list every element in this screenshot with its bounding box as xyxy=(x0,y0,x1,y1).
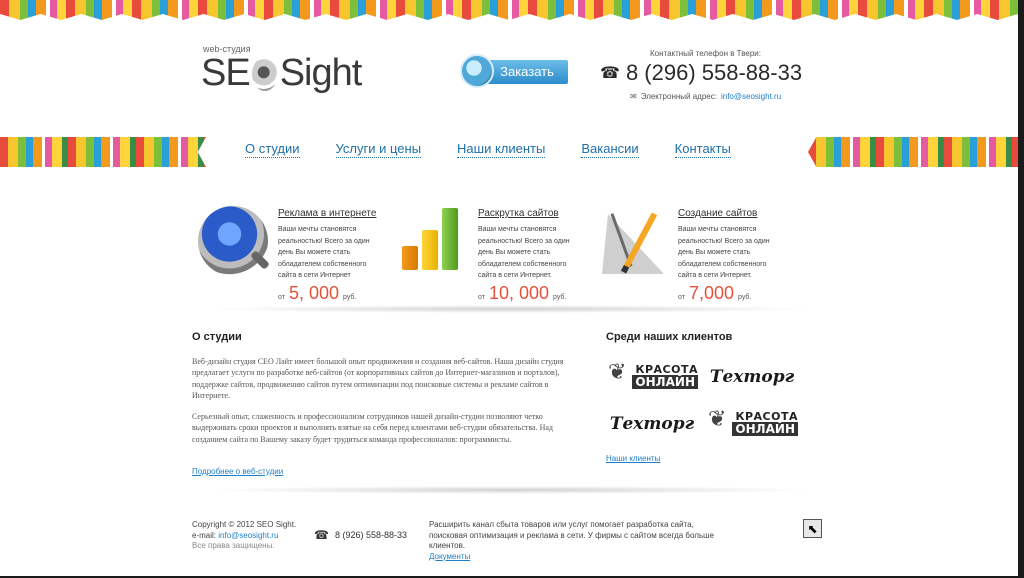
decorative-stripe-right xyxy=(808,137,1018,167)
client-logo-text: КРАСОТА xyxy=(735,409,798,423)
footer-description: Расширить канал сбыта товаров или услуг … xyxy=(429,520,714,550)
about-paragraph-1: Веб-дизайн студия СЕО Лайт имеет большой… xyxy=(192,357,564,400)
header-phone-number: 8 (296) 558-88-33 xyxy=(625,60,803,85)
header-email: ✉ Электронный адрес: info@seosight.ru xyxy=(630,92,781,101)
price-from: от xyxy=(678,294,685,301)
client-logo-krasota[interactable]: ❦ КРАСОТА ОНЛАЙН xyxy=(608,358,698,394)
service-title[interactable]: Реклама в интернете xyxy=(278,208,376,219)
footer-phone-number: 8 (926) 558-88-33 xyxy=(334,530,408,540)
arrow-up-left-icon[interactable]: ⬉ xyxy=(803,519,822,538)
footer-email-label: e-mail: xyxy=(192,530,217,540)
butterfly-icon: ❦ xyxy=(708,407,727,432)
client-logo-krasota[interactable]: ❦ КРАСОТА ОНЛАЙН xyxy=(708,405,798,441)
nav-item-clients[interactable]: Наши клиенты xyxy=(457,141,546,158)
header-phone: ☎ 8 (296) 558-88-33 xyxy=(600,60,802,86)
footer-docs-link[interactable]: Документы xyxy=(429,552,470,561)
price-currency: руб. xyxy=(738,294,752,301)
footer-phone: ☎ 8 (926) 558-88-33 xyxy=(314,528,407,542)
service-price: от 10, 000 руб. xyxy=(478,283,566,304)
decorative-stripe-left xyxy=(0,137,206,167)
service-title[interactable]: Раскрутка сайтов xyxy=(478,208,559,219)
phone-icon: ☎ xyxy=(600,65,620,82)
email-label: Электронный адрес: xyxy=(640,92,717,101)
client-logo-text: ОНЛАЙН xyxy=(732,421,798,436)
decorative-stripe-top xyxy=(0,0,1018,20)
service-desc: Ваши мечты становятся реальностью! Всего… xyxy=(478,226,570,279)
site-logo[interactable]: SE Sight xyxy=(201,52,363,95)
client-logo-text: ОНЛАЙН xyxy=(632,374,698,389)
about-paragraph-2: Серьезный опыт, слаженность и профессион… xyxy=(192,412,553,444)
price-currency: руб. xyxy=(553,294,567,301)
service-card-advertising: Реклама в интернете Ваши мечты становятс… xyxy=(198,206,388,306)
client-logo-tehtorg[interactable]: Техторг xyxy=(710,362,794,392)
magnifier-globe-icon xyxy=(198,206,274,282)
drafting-tools-icon xyxy=(598,206,674,282)
service-card-creation: Создание сайтов Ваши мечты становятся ре… xyxy=(598,206,788,306)
footer-text: Расширить канал сбыта товаров или услуг … xyxy=(429,520,729,562)
logo-text-left: SE xyxy=(201,52,251,94)
lightbulb-icon xyxy=(460,54,494,88)
service-desc: Ваши мечты становятся реальностью! Всего… xyxy=(278,226,370,279)
service-price: от 5, 000 руб. xyxy=(278,283,356,304)
section-divider xyxy=(206,305,816,313)
about-more-link[interactable]: Подробнее о веб-студии xyxy=(192,467,283,476)
service-card-promotion: Раскрутка сайтов Ваши мечты становятся р… xyxy=(398,206,588,306)
contact-title: Контактный телефон в Твери: xyxy=(650,49,761,58)
clients-heading: Среди наших клиентов xyxy=(606,331,733,343)
about-heading: О студии xyxy=(192,331,242,343)
price-value: 10, 000 xyxy=(488,283,550,303)
price-value: 5, 000 xyxy=(288,283,339,303)
logo-eye-icon xyxy=(251,56,278,91)
client-logo-text: КРАСОТА xyxy=(635,362,698,376)
price-currency: руб. xyxy=(343,294,357,301)
main-nav: О студии Услуги и цены Наши клиенты Вака… xyxy=(245,141,767,158)
client-logo-tehtorg[interactable]: Техторг xyxy=(610,409,694,439)
service-desc: Ваши мечты становятся реальностью! Всего… xyxy=(678,226,770,279)
price-from: от xyxy=(478,294,485,301)
copyright-text: Copyright © 2012 SEO Sight. xyxy=(192,520,297,529)
rights-text: Все права защищены. xyxy=(192,541,275,550)
clients-link[interactable]: Наши клиенты xyxy=(606,454,660,463)
price-from: от xyxy=(278,294,285,301)
envelope-icon: ✉ xyxy=(630,92,637,101)
section-divider xyxy=(206,486,816,494)
footer-email-link[interactable]: info@seosight.ru xyxy=(218,531,278,540)
service-title[interactable]: Создание сайтов xyxy=(678,208,757,219)
nav-item-vacancies[interactable]: Вакансии xyxy=(581,141,639,158)
logo-text-right: Sight xyxy=(279,52,363,94)
bar-chart-icon xyxy=(398,206,474,282)
order-button-label: Заказать xyxy=(486,60,568,84)
nav-item-contacts[interactable]: Контакты xyxy=(674,141,731,158)
footer-copyright: Copyright © 2012 SEO Sight. e-mail: info… xyxy=(192,520,296,552)
price-value: 7,000 xyxy=(688,283,734,303)
window-edge xyxy=(1018,0,1024,578)
phone-icon: ☎ xyxy=(314,528,329,542)
butterfly-icon: ❦ xyxy=(608,360,627,385)
service-price: от 7,000 руб. xyxy=(678,283,751,304)
nav-item-about[interactable]: О студии xyxy=(245,141,300,158)
order-button[interactable]: Заказать xyxy=(460,54,568,88)
nav-item-services[interactable]: Услуги и цены xyxy=(335,141,422,158)
header-email-link[interactable]: info@seosight.ru xyxy=(721,92,781,101)
